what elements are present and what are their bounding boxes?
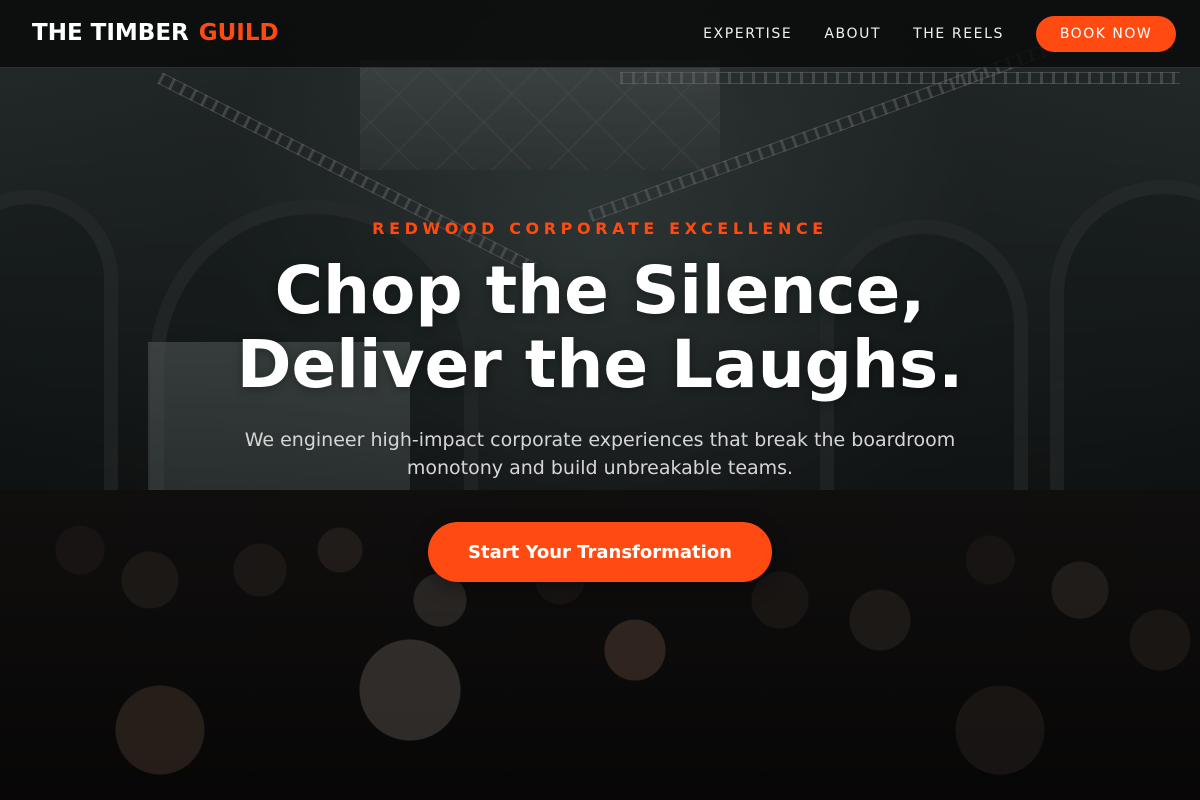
hero-headline: Chop the Silence, Deliver the Laughs.	[0, 254, 1200, 402]
landing-page: THE TIMBER GUILD EXPERTISE ABOUT THE REEL…	[0, 0, 1200, 800]
site-logo[interactable]: THE TIMBER GUILD	[32, 18, 279, 48]
start-transformation-button[interactable]: Start Your Transformation	[428, 522, 772, 582]
nav-link-expertise[interactable]: EXPERTISE	[703, 26, 792, 42]
main-nav: EXPERTISE ABOUT THE REELS	[703, 0, 1004, 68]
nav-link-about[interactable]: ABOUT	[824, 26, 881, 42]
headline-line-1: Chop the Silence,	[274, 252, 926, 329]
nav-link-the-reels[interactable]: THE REELS	[913, 26, 1004, 42]
hero-eyebrow: REDWOOD CORPORATE EXCELLENCE	[372, 219, 828, 238]
headline-line-2: Deliver the Laughs.	[236, 326, 964, 403]
hero-section: REDWOOD CORPORATE EXCELLENCE Chop the Si…	[0, 0, 1200, 800]
logo-primary-text: THE TIMBER	[32, 20, 189, 46]
book-now-button[interactable]: BOOK NOW	[1036, 16, 1176, 52]
hero-subtext: We engineer high-impact corporate experi…	[244, 429, 956, 479]
logo-accent-text: GUILD	[198, 20, 279, 46]
top-navbar: THE TIMBER GUILD EXPERTISE ABOUT THE REEL…	[0, 0, 1200, 68]
